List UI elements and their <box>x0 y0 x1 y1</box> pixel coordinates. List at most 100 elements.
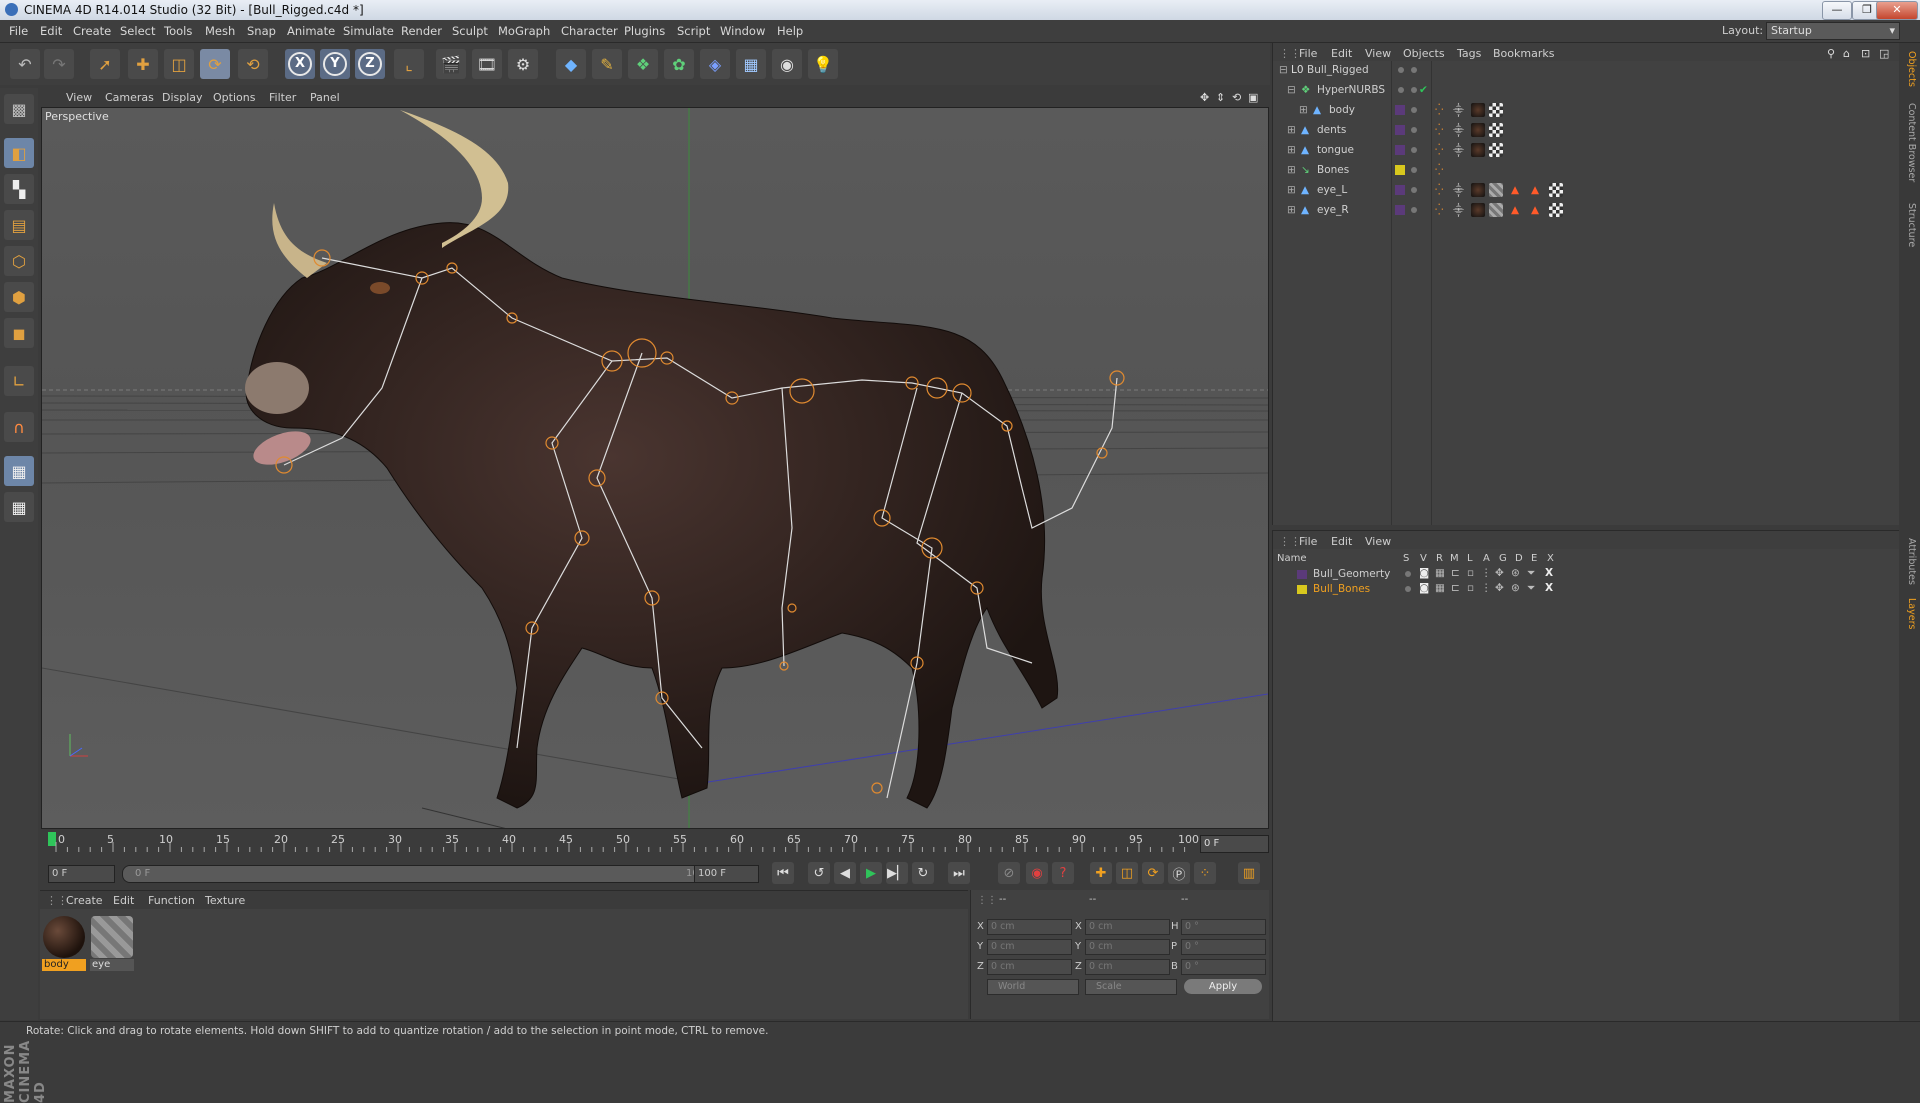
layer-row-bull-bones[interactable]: Bull_Bones ◙ ▦ ⊏ ▫ ⋮ ✥ ⊛ ⏷ X <box>1273 582 1899 597</box>
layer-color-swatch[interactable] <box>1395 105 1405 115</box>
viewport-layout-icon[interactable]: ▣ <box>1248 91 1258 104</box>
texture-mode-icon[interactable]: ▚ <box>4 174 34 204</box>
layer-color-swatch[interactable] <box>1395 165 1405 175</box>
render-visibility-dot[interactable] <box>1411 187 1417 193</box>
layer-col-visible[interactable]: V <box>1420 553 1427 564</box>
layer-color-swatch[interactable] <box>1395 185 1405 195</box>
weight-tag-icon[interactable]: ⁛ <box>1435 184 1443 196</box>
viewport-nav-rotate-icon[interactable]: ⟲ <box>1232 91 1241 104</box>
undo-icon[interactable]: ↶ <box>10 49 40 79</box>
expand-icon[interactable]: ⊞ <box>1287 124 1296 136</box>
eye-icon[interactable]: ◙ <box>1419 582 1429 594</box>
previous-frame-icon[interactable]: ◀ <box>834 862 856 884</box>
menu-snap[interactable]: Snap <box>247 24 276 38</box>
axis-mode-icon[interactable]: ∟ <box>4 366 34 396</box>
layers-menu-file[interactable]: File <box>1299 535 1317 548</box>
menu-edit[interactable]: Edit <box>40 24 62 38</box>
xref-icon[interactable]: X <box>1545 567 1553 579</box>
key-position-icon[interactable]: ✚ <box>1090 862 1112 884</box>
selection-tag-icon[interactable]: ▲ <box>1531 184 1539 196</box>
spline-pen-icon[interactable]: ✎ <box>592 49 622 79</box>
weight-tag-icon[interactable]: ⁛ <box>1435 124 1443 136</box>
z-axis-lock-icon[interactable]: Z <box>355 49 385 79</box>
object-row-tongue[interactable]: ⊞ ▲ tongue ⁛ ⸎ <box>1273 141 1899 160</box>
objects-menu-view[interactable]: View <box>1365 47 1391 60</box>
skin-tag-icon[interactable]: ⸎ <box>1453 104 1464 118</box>
move-icon[interactable]: ✚ <box>128 49 158 79</box>
redo-icon[interactable]: ↷ <box>44 49 74 79</box>
render-visibility-dot[interactable] <box>1411 87 1417 93</box>
skin-tag-icon[interactable]: ⸎ <box>1453 204 1464 218</box>
camera-icon[interactable]: ◉ <box>772 49 802 79</box>
panel-grip-icon[interactable]: ⋮⋮ <box>1279 535 1301 548</box>
render-settings-icon[interactable]: ⚙ <box>508 49 538 79</box>
go-to-start-icon[interactable]: ⏮ <box>772 862 794 884</box>
rotation-h-field[interactable]: 0 ° <box>1181 919 1266 935</box>
apply-button[interactable]: Apply <box>1184 979 1262 994</box>
objects-menu-edit[interactable]: Edit <box>1331 47 1352 60</box>
key-parameter-icon[interactable]: Ⓟ <box>1168 862 1190 884</box>
render-visibility-dot[interactable] <box>1411 167 1417 173</box>
recent-tool-icon[interactable]: ⟲ <box>238 49 268 79</box>
render-visibility-dot[interactable] <box>1411 147 1417 153</box>
expand-icon[interactable]: ⊞ <box>1287 144 1296 156</box>
material-menu-create[interactable]: Create <box>66 894 103 907</box>
layer-col-xref[interactable]: X <box>1547 553 1554 564</box>
menu-tools[interactable]: Tools <box>164 24 192 38</box>
selection-tag-icon[interactable]: ▲ <box>1511 184 1519 196</box>
object-row-eye-l[interactable]: ⊞ ▲ eye_L ⁛ ⸎ ▲ ▲ <box>1273 181 1899 200</box>
play-forward-icon[interactable]: ▶ <box>860 862 882 884</box>
viewport-menu-cameras[interactable]: Cameras <box>105 91 154 104</box>
layout-select[interactable]: Startup ▾ <box>1766 22 1900 40</box>
expand-icon[interactable]: ⊞ <box>1287 204 1296 216</box>
size-mode-select[interactable]: Scale <box>1085 979 1177 995</box>
lock-icon[interactable]: ▫ <box>1467 567 1474 579</box>
array-mograph-icon[interactable]: ✿ <box>664 49 694 79</box>
menu-sculpt[interactable]: Sculpt <box>452 24 488 38</box>
render-visibility-dot[interactable] <box>1411 107 1417 113</box>
objects-menu-tags[interactable]: Tags <box>1457 47 1481 60</box>
viewport-nav-zoom-icon[interactable]: ⇕ <box>1216 91 1225 104</box>
generator-icon[interactable]: ✥ <box>1495 582 1504 594</box>
viewport-nav-move-icon[interactable]: ✥ <box>1200 91 1209 104</box>
panel-menu-icon[interactable]: ◲ <box>1879 47 1889 60</box>
generator-icon[interactable]: ✥ <box>1495 567 1504 579</box>
xref-icon[interactable]: X <box>1545 582 1553 594</box>
close-button[interactable]: ✕ <box>1876 1 1918 20</box>
menu-mograph[interactable]: MoGraph <box>498 24 550 38</box>
polygons-mode-icon[interactable]: ◼ <box>4 318 34 348</box>
viewport-menu-filter[interactable]: Filter <box>269 91 296 104</box>
objects-menu-file[interactable]: File <box>1299 47 1317 60</box>
rotation-b-field[interactable]: 0 ° <box>1181 959 1266 975</box>
weight-tag-icon[interactable]: ⁛ <box>1435 104 1443 116</box>
objects-menu-objects[interactable]: Objects <box>1403 47 1445 60</box>
material-menu-function[interactable]: Function <box>148 894 195 907</box>
go-to-next-key-icon[interactable]: ↻ <box>912 862 934 884</box>
go-to-end-icon[interactable]: ⏭ <box>948 862 970 884</box>
expression-icon[interactable]: ⏷ <box>1527 567 1535 580</box>
current-frame-field[interactable]: 0 F <box>1200 835 1269 853</box>
rotate-icon[interactable]: ⟳ <box>200 49 230 79</box>
objects-menu-bookmarks[interactable]: Bookmarks <box>1493 47 1554 60</box>
light-icon[interactable]: 💡 <box>808 49 838 79</box>
preview-range-slider[interactable]: 0 F 100 F <box>122 865 727 883</box>
editor-visibility-dot[interactable] <box>1398 67 1404 73</box>
lock-icon[interactable]: ▫ <box>1467 582 1474 594</box>
autokeying-icon[interactable]: ◉ <box>1026 862 1048 884</box>
object-row-body[interactable]: ⊞ ▲ body ⁛ ⸎ <box>1273 101 1899 120</box>
viewport-menu-options[interactable]: Options <box>213 91 255 104</box>
menu-help[interactable]: Help <box>777 24 803 38</box>
layer-col-expressions[interactable]: E <box>1531 553 1537 564</box>
workplane-mode-icon[interactable]: ▤ <box>4 210 34 240</box>
position-y-field[interactable]: 0 cm <box>987 939 1072 955</box>
render-icon[interactable]: ▦ <box>1435 582 1445 594</box>
material-tag-icon[interactable] <box>1471 203 1485 217</box>
layer-col-locked[interactable]: L <box>1467 553 1473 564</box>
menu-simulate[interactable]: Simulate <box>343 24 394 38</box>
enabled-check-icon[interactable]: ✔ <box>1419 84 1428 96</box>
uvw-tag-icon[interactable] <box>1489 143 1503 157</box>
weight-tag-icon[interactable]: ⁛ <box>1435 204 1443 216</box>
layer-color-swatch[interactable] <box>1395 145 1405 155</box>
end-frame-field[interactable]: 100 F <box>694 865 759 883</box>
render-picture-viewer-icon[interactable]: 🎞 <box>472 49 502 79</box>
